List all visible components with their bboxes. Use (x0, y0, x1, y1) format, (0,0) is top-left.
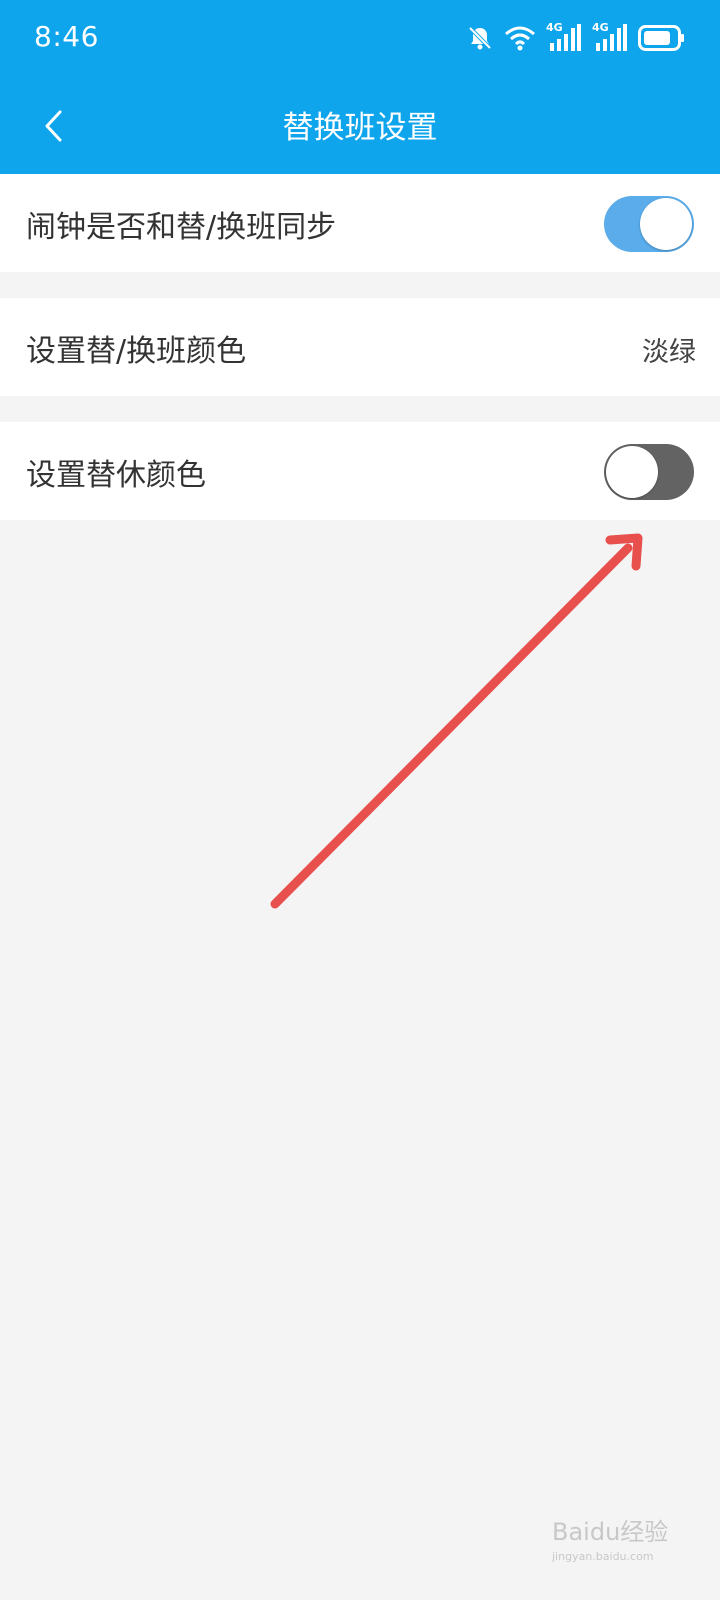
app-header: 替换班设置 (0, 76, 720, 174)
rest-color-toggle[interactable] (604, 444, 694, 500)
watermark-sub-text: jingyan.baidu.com (552, 1550, 654, 1563)
setting-row-shift-color[interactable]: 设置替/换班颜色 淡绿 (0, 298, 720, 396)
setting-label: 设置替/换班颜色 (26, 334, 247, 369)
signal-4g-icon: 4G (546, 21, 582, 53)
shift-color-value: 淡绿 (642, 337, 696, 368)
status-bar: 8:46 4G 4G (0, 0, 720, 76)
battery-icon (638, 25, 684, 51)
signal-4g-icon: 4G (592, 21, 628, 53)
status-icons: 4G 4G (466, 20, 686, 56)
setting-row-alarm-sync[interactable]: 闹钟是否和替/换班同步 (0, 174, 720, 272)
status-time: 8:46 (34, 20, 99, 53)
mute-bell-icon (468, 26, 492, 50)
toggle-knob (640, 198, 692, 250)
toggle-knob (606, 446, 658, 498)
setting-row-rest-color[interactable]: 设置替休颜色 (0, 422, 720, 520)
setting-label: 设置替休颜色 (26, 458, 206, 493)
page-title: 替换班设置 (282, 110, 438, 146)
watermark-main-text: Baidu经验 (552, 1518, 669, 1546)
alarm-sync-toggle[interactable] (604, 196, 694, 252)
setting-label: 闹钟是否和替/换班同步 (26, 210, 337, 245)
wifi-icon (505, 26, 535, 51)
baidu-watermark: Baidu经验 jingyan.baidu.com (552, 1506, 692, 1566)
